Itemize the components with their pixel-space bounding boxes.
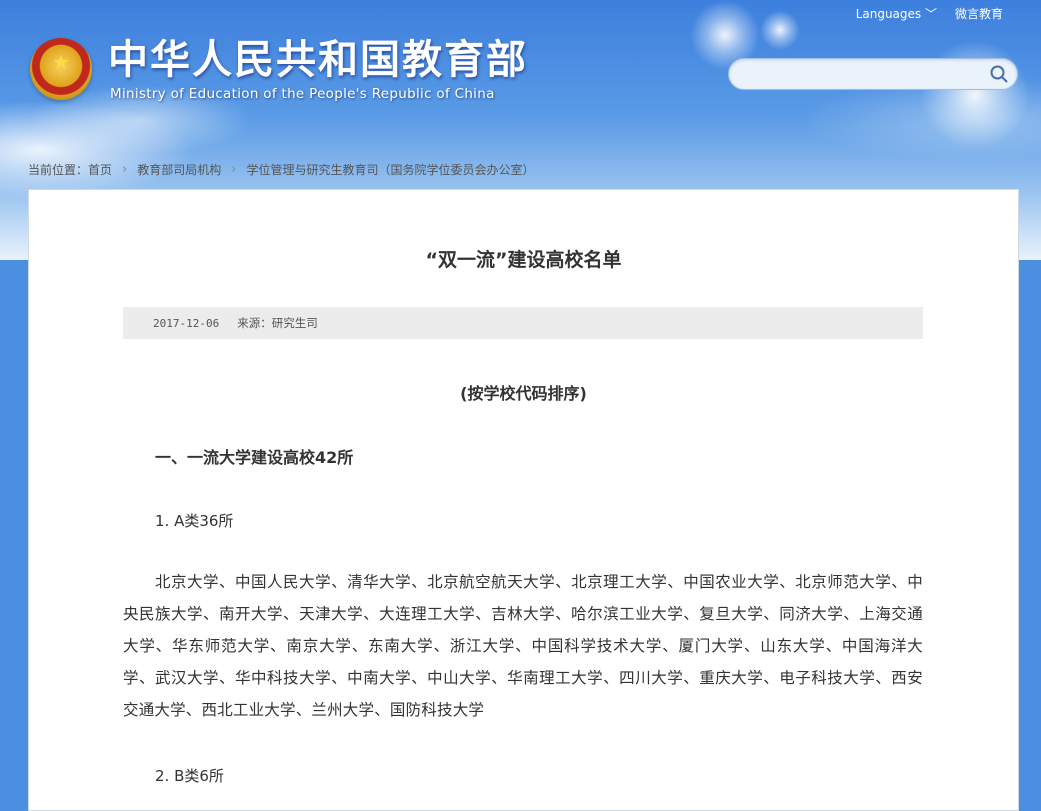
- search-icon[interactable]: [989, 64, 1009, 84]
- national-emblem-icon[interactable]: [30, 38, 92, 100]
- site-title[interactable]: 中华人民共和国教育部: [108, 36, 528, 84]
- breadcrumb-prefix: 当前位置：: [28, 163, 89, 177]
- article-source: 来源：研究生司: [237, 316, 318, 330]
- search-box: [728, 58, 1018, 90]
- top-links: Languages ﹀ 微言教育: [856, 5, 1003, 22]
- article-date: 2017-12-06: [153, 316, 220, 330]
- university-list-a: 北京大学、中国人民大学、清华大学、北京航空航天大学、北京理工大学、中国农业大学、…: [123, 573, 923, 719]
- dandelion-decoration: [760, 10, 800, 50]
- wechat-link[interactable]: 微言教育: [955, 5, 1003, 22]
- site-subtitle: Ministry of Education of the People's Re…: [110, 86, 495, 102]
- chevron-right-icon: ›: [122, 162, 128, 177]
- chevron-right-icon: ›: [231, 162, 237, 177]
- languages-link[interactable]: Languages ﹀: [856, 5, 937, 22]
- search-input[interactable]: [741, 63, 985, 87]
- order-note: (按学校代码排序): [460, 384, 587, 403]
- subsection-a-heading: 1. A类36所: [155, 512, 234, 530]
- article-container: “双一流”建设高校名单 2017-12-06 来源：研究生司 (按学校代码排序)…: [28, 189, 1019, 811]
- article-title: “双一流”建设高校名单: [425, 249, 622, 271]
- breadcrumb: 当前位置： 首页 › 教育部司局机构 › 学位管理与研究生教育司（国务院学位委员…: [28, 161, 534, 178]
- breadcrumb-item-degree-office[interactable]: 学位管理与研究生教育司（国务院学位委员会办公室）: [246, 161, 534, 178]
- breadcrumb-item-home[interactable]: 首页: [88, 161, 112, 178]
- breadcrumb-item-departments[interactable]: 教育部司局机构: [137, 161, 221, 178]
- article-meta: 2017-12-06 来源：研究生司: [123, 307, 923, 339]
- section-heading: 一、一流大学建设高校42所: [155, 448, 354, 467]
- subsection-b-heading: 2. B类6所: [155, 767, 224, 785]
- dandelion-decoration: [920, 40, 1030, 150]
